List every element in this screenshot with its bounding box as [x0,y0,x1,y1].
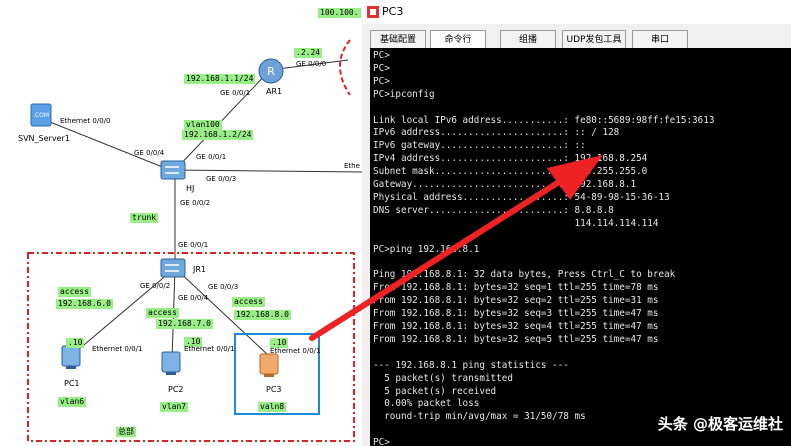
tab-multicast[interactable]: 组播 [500,30,556,49]
window-titlebar[interactable]: PC3 [362,0,791,24]
tab-udp-tool[interactable]: UDP发包工具 [562,30,626,49]
label-net6: 192.168.6.0 [56,299,113,309]
console-line: 0.00% packet loss [373,398,480,410]
pc3[interactable] [258,352,280,382]
console-line: From 192.168.8.1: bytes=32 seq=4 ttl=255… [373,321,659,333]
port-ar1-ge001: GE 0/0/1 [220,89,251,97]
console-line: 114.114.114.114 [373,217,659,229]
tab-command-line[interactable]: 命令行 [430,30,486,50]
label-net8: 192.168.8.0 [234,310,291,320]
console-line: PC> [373,75,390,87]
console-line: From 192.168.8.1: bytes=32 seq=3 ttl=255… [373,308,659,320]
device-name-pc3: PC3 [266,385,282,394]
watermark: 头条 @极客运维社 [657,415,783,433]
app-icon [367,6,379,18]
pc1[interactable] [60,344,82,374]
label-access-right: access [232,297,265,307]
console-line: Subnet mask.......................: 255.… [373,166,648,178]
console-line: From 192.168.8.1: bytes=32 seq=2 ttl=255… [373,295,659,307]
topology-canvas: R AR1 .COM SVN_Server1 HJ JR1 PC1 PC2 PC… [0,0,362,446]
label-net7: 192.168.7.0 [156,319,213,329]
port-pc3-eth: Ethernet 0/0/1 [270,347,321,355]
console-line: From 192.168.8.1: bytes=32 seq=5 ttl=255… [373,333,659,345]
port-ethe-right: Ethe [344,162,360,170]
console-line: Physical address..................: 54-8… [373,191,670,203]
pc3-window: PC3 基础配置 命令行 组播 UDP发包工具 串口 PC> PC> PC> PC>i… [362,0,791,446]
tab-serial[interactable]: 串口 [632,30,688,49]
server-icon: .COM [30,103,52,127]
label-zone: 总部 [116,427,136,437]
pc-icon [161,351,181,375]
tab-basic-config[interactable]: 基础配置 [370,30,426,49]
console-line: PC>ipconfig [373,88,435,100]
console-line: From 192.168.8.1: bytes=32 seq=1 ttl=255… [373,282,659,294]
port-hj-ge004: GE 0/0/4 [134,149,165,157]
console-line: 5 packet(s) received [373,385,497,397]
label-pc1-ip: .10 [66,338,85,348]
console-line: Ping 192.168.8.1: 32 data bytes, Press C… [373,269,676,281]
console-line: Gateway...........................: 192.… [373,179,637,191]
port-ar1-ge000: GE 0/0/0 [296,60,327,68]
console-line: PC> [373,50,390,61]
device-name-pc1: PC1 [64,379,80,388]
console-line: IPv6 address......................: :: /… [373,127,620,139]
port-jr1-ge004: GE 0/0/4 [178,294,209,302]
switch-icon [160,258,186,278]
device-name-svn: SVN_Server1 [18,134,70,143]
router-ar1[interactable]: R [258,58,284,88]
console-output[interactable]: PC> PC> PC> PC>ipconfig Link local IPv6 add… [370,48,791,446]
label-ar1-ip: 192.168.1.1/24 [184,74,256,84]
switch-hj[interactable] [160,158,186,186]
port-pc2-eth: Ethernet 0/0/1 [184,345,235,353]
console-line: PC> [373,62,390,74]
label-net-top: 100.100. [318,8,361,18]
port-pc1-eth: Ethernet 0/0/1 [92,345,143,353]
label-vlan100: vlan100 [184,120,222,130]
port-hj-ge003: GE 0/0/3 [206,175,237,183]
label-access-left: access [58,287,91,297]
switch-jr1[interactable] [160,256,186,284]
label-vlan100-ip: 192.168.1.2/24 [182,130,254,140]
svg-text:R: R [267,65,275,78]
svg-text:.COM: .COM [33,112,49,119]
label-access-mid: access [146,308,179,318]
port-jr1-ge003: GE 0/0/3 [208,283,239,291]
device-name-jr1: JR1 [193,265,207,274]
console-line: IPv6 gateway......................: :: [373,140,586,152]
console-line: IPv4 address......................: 192.… [373,153,648,165]
port-hj-ge001: GE 0/0/1 [196,153,227,161]
device-name-ar1: AR1 [266,87,283,96]
console-line: Link local IPv6 address...........: fe80… [373,114,715,126]
device-name-pc2: PC2 [168,385,184,394]
port-jr1-ge001: GE 0/0/1 [178,241,209,249]
device-name-hj: HJ [186,184,195,193]
window-title: PC3 [382,5,404,18]
switch-icon [160,160,186,180]
pc2[interactable] [160,350,182,380]
console-line: DNS server........................: 8.8.… [373,204,614,216]
port-hj-ge002: GE 0/0/2 [180,199,211,207]
label-trunk: trunk [130,213,159,223]
console-line: --- 192.168.8.1 ping statistics --- [373,359,569,371]
label-vlan7: vlan7 [160,402,189,412]
port-svn-eth: Ethernet 0/0/0 [60,117,111,125]
label-port-top: .2.24 [294,48,323,58]
label-vlan8: valn8 [258,402,287,412]
port-jr1-ge002: GE 0/0/2 [140,282,171,290]
router-icon: R [258,58,284,84]
server-svn[interactable]: .COM [30,103,52,131]
label-vlan6: vlan6 [58,397,87,407]
console-line: PC>ping 192.168.8.1 [373,243,480,255]
console-line: PC> [373,437,390,446]
console-line: 5 packet(s) transmitted [373,372,513,384]
